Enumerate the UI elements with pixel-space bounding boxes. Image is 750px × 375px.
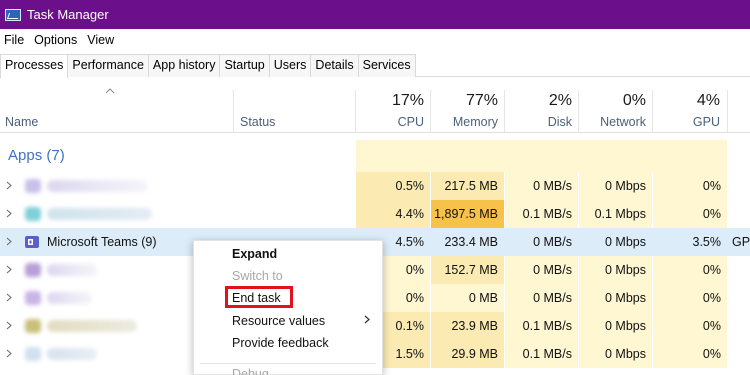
disk-cell: 0.1 MB/s bbox=[505, 312, 578, 340]
task-manager-icon bbox=[5, 8, 21, 21]
tab-services[interactable]: Services bbox=[357, 54, 416, 77]
column-gpu[interactable]: GPU bbox=[693, 115, 720, 129]
chevron-right-icon[interactable] bbox=[6, 265, 12, 274]
tab-app-history[interactable]: App history bbox=[147, 54, 221, 77]
chevron-right-icon[interactable] bbox=[6, 293, 12, 302]
disk-cell: 0 MB/s bbox=[505, 256, 578, 284]
app-icon bbox=[25, 179, 41, 193]
gpu-percent[interactable]: 4% bbox=[697, 92, 720, 110]
title-bar[interactable]: Task Manager bbox=[0, 0, 750, 29]
network-cell: 0 Mbps bbox=[579, 256, 652, 284]
redacted-process-name bbox=[47, 348, 97, 360]
tab-processes[interactable]: Processes bbox=[0, 54, 69, 78]
gpu-cell: 0% bbox=[653, 200, 727, 228]
network-cell: 0 Mbps bbox=[579, 312, 652, 340]
memory-cell: 23.9 MB bbox=[431, 312, 504, 340]
redacted-process-name bbox=[47, 292, 92, 304]
chevron-right-icon[interactable] bbox=[6, 237, 12, 246]
disk-cell: 0.1 MB/s bbox=[505, 340, 578, 368]
column-cpu[interactable]: CPU bbox=[398, 115, 424, 129]
redacted-process-name bbox=[47, 264, 97, 276]
menu-item-debug: Debug bbox=[232, 367, 269, 375]
column-status[interactable]: Status bbox=[240, 115, 275, 129]
network-cell: 0 Mbps bbox=[605, 235, 646, 249]
context-menu: Expand Switch to End task Resource value… bbox=[193, 240, 383, 375]
menu-options[interactable]: Options bbox=[30, 33, 83, 47]
network-cell: 0 Mbps bbox=[579, 284, 652, 312]
gpu-cell: 0% bbox=[653, 284, 727, 312]
gpu-cell: 3.5% bbox=[692, 235, 722, 249]
memory-cell: 152.7 MB bbox=[431, 256, 504, 284]
group-header-apps[interactable]: Apps (7) bbox=[0, 140, 750, 172]
menu-view[interactable]: View bbox=[83, 33, 120, 47]
gpu-cell: 0% bbox=[653, 340, 727, 368]
memory-cell: 0 MB bbox=[431, 284, 504, 312]
menu-item-resource-values[interactable]: Resource values bbox=[232, 314, 325, 328]
disk-percent[interactable]: 2% bbox=[549, 92, 572, 110]
network-cell: 0.1 Mbps bbox=[579, 200, 652, 228]
memory-cell: 217.5 MB bbox=[431, 172, 504, 200]
teams-icon bbox=[25, 236, 39, 248]
sort-up-icon[interactable] bbox=[105, 88, 115, 94]
app-icon bbox=[25, 263, 41, 277]
cpu-cell: 0.5% bbox=[356, 172, 430, 200]
network-cell: 0 Mbps bbox=[579, 172, 652, 200]
memory-cell: 29.9 MB bbox=[431, 340, 504, 368]
app-icon bbox=[25, 319, 41, 333]
network-percent[interactable]: 0% bbox=[623, 92, 646, 110]
annotation-highlight-box bbox=[225, 286, 293, 308]
network-cell: 0 Mbps bbox=[579, 340, 652, 368]
menu-item-switch-to: Switch to bbox=[232, 269, 283, 283]
gpu-cell: 0% bbox=[653, 312, 727, 340]
redacted-process-name bbox=[47, 180, 147, 192]
chevron-right-icon[interactable] bbox=[6, 209, 12, 218]
column-disk[interactable]: Disk bbox=[548, 115, 572, 129]
tab-users[interactable]: Users bbox=[268, 54, 312, 77]
column-name[interactable]: Name bbox=[5, 115, 38, 129]
menu-separator bbox=[200, 363, 376, 364]
redacted-process-name bbox=[47, 320, 137, 332]
redacted-process-name bbox=[47, 208, 152, 220]
app-icon bbox=[25, 347, 41, 361]
chevron-right-icon[interactable] bbox=[6, 181, 12, 190]
menu-item-provide-feedback[interactable]: Provide feedback bbox=[232, 336, 329, 350]
disk-cell: 0 MB/s bbox=[505, 284, 578, 312]
column-network[interactable]: Network bbox=[600, 115, 646, 129]
tab-performance[interactable]: Performance bbox=[67, 54, 149, 77]
table-row[interactable]: 4.4% 1,897.5 MB 0.1 MB/s 0.1 Mbps 0% bbox=[0, 200, 750, 228]
disk-cell: 0 MB/s bbox=[505, 172, 578, 200]
chevron-right-icon[interactable] bbox=[6, 321, 12, 330]
tab-startup[interactable]: Startup bbox=[219, 54, 270, 77]
column-header: Name Status 17% CPU 77% Memory 2% Disk 0… bbox=[0, 78, 750, 133]
group-label: Apps (7) bbox=[8, 147, 65, 164]
tab-details[interactable]: Details bbox=[310, 54, 359, 77]
window-title: Task Manager bbox=[27, 7, 109, 22]
menu-item-expand[interactable]: Expand bbox=[232, 247, 277, 261]
app-icon bbox=[25, 207, 41, 221]
menu-file[interactable]: File bbox=[0, 33, 30, 47]
memory-percent[interactable]: 77% bbox=[466, 92, 498, 110]
process-name: Microsoft Teams (9) bbox=[47, 235, 157, 249]
gpu-cell: 0% bbox=[653, 172, 727, 200]
tab-strip: Processes Performance App history Startu… bbox=[0, 54, 750, 78]
cpu-percent[interactable]: 17% bbox=[392, 92, 424, 110]
table-row[interactable]: 0.5% 217.5 MB 0 MB/s 0 Mbps 0% bbox=[0, 172, 750, 200]
column-memory[interactable]: Memory bbox=[453, 115, 498, 129]
gpu-cell: 0% bbox=[653, 256, 727, 284]
memory-cell: 1,897.5 MB bbox=[431, 200, 504, 228]
submenu-arrow-icon bbox=[364, 315, 370, 324]
menu-bar: File Options View bbox=[0, 30, 120, 50]
memory-cell: 233.4 MB bbox=[444, 235, 498, 249]
gpu-engine-cell: GPU bbox=[732, 235, 750, 249]
chevron-right-icon[interactable] bbox=[6, 349, 12, 358]
disk-cell: 0.1 MB/s bbox=[505, 200, 578, 228]
disk-cell: 0 MB/s bbox=[533, 235, 572, 249]
cpu-cell: 4.4% bbox=[356, 200, 430, 228]
app-icon bbox=[25, 291, 41, 305]
